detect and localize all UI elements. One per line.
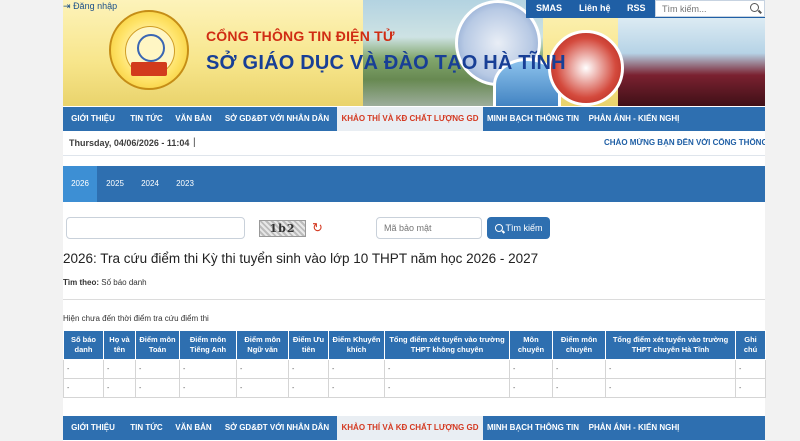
- footer-nav: GIỚI THIỆU TIN TỨC VĂN BẢN SỞ GD&ĐT VỚI …: [63, 416, 765, 440]
- table-cell: -: [605, 378, 736, 398]
- tab-year-2026[interactable]: 2026: [63, 166, 97, 202]
- department-logo[interactable]: [109, 10, 189, 90]
- portal-label: CỔNG THÔNG TIN ĐIỆN TỬ: [206, 28, 395, 44]
- candidate-id-input[interactable]: [66, 217, 245, 239]
- table-cell: -: [63, 378, 104, 398]
- logo-book-icon: [131, 62, 167, 76]
- table-cell: -: [328, 359, 385, 379]
- page-container: ⇥ Đăng nhập CỔNG THÔNG TIN ĐIỆN TỬ SỞ GI…: [63, 0, 766, 441]
- search-icon[interactable]: [750, 3, 759, 12]
- table-cell: -: [288, 378, 329, 398]
- nav-item-news[interactable]: TIN TỨC: [123, 107, 170, 131]
- column-header: Điểm môn Toán: [135, 330, 180, 360]
- search-button-icon: [494, 224, 503, 232]
- page-side-background-left: [0, 0, 63, 441]
- footer-nav-item-feedback[interactable]: PHẢN ÁNH - KIẾN NGHỊ: [583, 416, 685, 440]
- search-button-label: Tìm kiếm: [505, 223, 543, 233]
- column-header: Điểm môn chuyên: [552, 330, 606, 360]
- logo-atom-icon: [137, 34, 165, 62]
- nav-item-citizens[interactable]: SỞ GD&ĐT VỚI NHÂN DÂN: [217, 107, 337, 131]
- top-link-smas[interactable]: SMAS: [536, 3, 562, 13]
- footer-nav-item-citizens[interactable]: SỞ GD&ĐT VỚI NHÂN DÂN: [217, 416, 337, 440]
- column-header: Môn chuyên: [509, 330, 553, 360]
- column-header: Tổng điểm xét tuyển vào trường THPT chuy…: [605, 330, 736, 360]
- column-header: Ghi chú: [735, 330, 766, 360]
- footer-nav-item-testing[interactable]: KHẢO THÍ VÀ KĐ CHẤT LƯỢNG GD: [337, 416, 483, 440]
- table-cell: -: [135, 378, 180, 398]
- login-label: Đăng nhập: [73, 1, 118, 11]
- refresh-captcha-icon[interactable]: ↻: [312, 221, 323, 235]
- nav-item-testing[interactable]: KHẢO THÍ VÀ KĐ CHẤT LƯỢNG GD: [337, 107, 483, 131]
- table-cell: -: [236, 359, 289, 379]
- table-row: - - - - - - - - - - - -: [63, 378, 766, 398]
- banner-photo-graduation: [618, 18, 765, 106]
- table-cell: -: [236, 378, 289, 398]
- date-separator: |: [193, 137, 196, 148]
- divider: [63, 299, 765, 300]
- lookup-notice: Hiện chưa đến thời điểm tra cứu điểm thi: [63, 314, 209, 323]
- table-cell: -: [63, 359, 104, 379]
- column-header: Điểm môn Ngữ văn: [236, 330, 289, 360]
- table-cell: -: [509, 359, 553, 379]
- table-cell: -: [735, 359, 766, 379]
- footer-nav-item-about[interactable]: GIỚI THIỆU: [63, 416, 123, 440]
- column-header: Tổng điểm xét tuyển vào trường THPT khôn…: [384, 330, 510, 360]
- table-header-row: Số báo danh Họ và tên Điểm môn Toán Điểm…: [63, 330, 766, 360]
- column-header: Điểm Ưu tiên: [288, 330, 329, 360]
- site-banner: ⇥ Đăng nhập CỔNG THÔNG TIN ĐIỆN TỬ SỞ GI…: [63, 0, 765, 106]
- table-cell: -: [103, 378, 136, 398]
- current-date: Thursday, 04/06/2026 - 11:04: [69, 138, 190, 148]
- nav-item-transparency[interactable]: MINH BẠCH THÔNG TIN: [483, 107, 583, 131]
- site-search-input[interactable]: [655, 0, 765, 17]
- footer-nav-item-transparency[interactable]: MINH BẠCH THÔNG TIN: [483, 416, 583, 440]
- table-cell: -: [103, 359, 136, 379]
- login-link[interactable]: ⇥ Đăng nhập: [63, 1, 117, 12]
- table-cell: -: [552, 378, 606, 398]
- top-link-contact[interactable]: Liên hệ: [579, 3, 611, 13]
- table-cell: -: [179, 359, 237, 379]
- table-cell: -: [384, 359, 510, 379]
- tab-year-2024[interactable]: 2024: [133, 166, 167, 202]
- table-cell: -: [384, 378, 510, 398]
- footer-nav-item-news[interactable]: TIN TỨC: [123, 416, 170, 440]
- table-row: - - - - - - - - - - - -: [63, 359, 766, 379]
- table-cell: -: [552, 359, 606, 379]
- table-cell: -: [288, 359, 329, 379]
- table-cell: -: [135, 359, 180, 379]
- login-icon: ⇥: [63, 1, 71, 11]
- welcome-marquee: CHÀO MỪNG BẠN ĐẾN VỚI CỔNG THÔNG TIN: [604, 138, 765, 147]
- table-cell: -: [179, 378, 237, 398]
- year-tabs: 2026 2025 2024 2023: [63, 166, 765, 202]
- table-cell: -: [509, 378, 553, 398]
- nav-item-documents[interactable]: VĂN BẢN: [170, 107, 217, 131]
- table-cell: -: [735, 378, 766, 398]
- column-header: Điểm môn Tiếng Anh: [179, 330, 237, 360]
- department-name: SỞ GIÁO DỤC VÀ ĐÀO TẠO HÀ TĨNH: [206, 52, 566, 74]
- footer-nav-item-documents[interactable]: VĂN BẢN: [170, 416, 217, 440]
- score-table: Số báo danh Họ và tên Điểm môn Toán Điểm…: [63, 330, 766, 398]
- tab-year-2023[interactable]: 2023: [167, 166, 203, 202]
- lookup-criteria: Tìm theo: Số báo danh: [63, 278, 147, 287]
- top-link-rss[interactable]: RSS: [627, 3, 646, 13]
- lookup-label: Tìm theo:: [63, 278, 99, 287]
- tab-year-2025[interactable]: 2025: [97, 166, 133, 202]
- main-nav: GIỚI THIỆU TIN TỨC VĂN BẢN SỞ GD&ĐT VỚI …: [63, 107, 765, 131]
- search-button[interactable]: Tìm kiếm: [487, 217, 550, 239]
- security-code-input[interactable]: [376, 217, 482, 239]
- page-side-background-right: [764, 0, 800, 441]
- column-header: Họ và tên: [103, 330, 136, 360]
- column-header: Điểm Khuyến khích: [328, 330, 385, 360]
- column-header: Số báo danh: [63, 330, 104, 360]
- nav-item-feedback[interactable]: PHẢN ÁNH - KIẾN NGHỊ: [583, 107, 685, 131]
- page-title: 2026: Tra cứu điểm thi Kỳ thi tuyển sinh…: [63, 251, 539, 266]
- table-cell: -: [328, 378, 385, 398]
- captcha-image: 1b2: [259, 220, 306, 237]
- date-bar: Thursday, 04/06/2026 - 11:04 | CHÀO MỪNG…: [63, 131, 765, 156]
- table-cell: -: [605, 359, 736, 379]
- nav-item-about[interactable]: GIỚI THIỆU: [63, 107, 123, 131]
- lookup-value: Số báo danh: [101, 278, 147, 287]
